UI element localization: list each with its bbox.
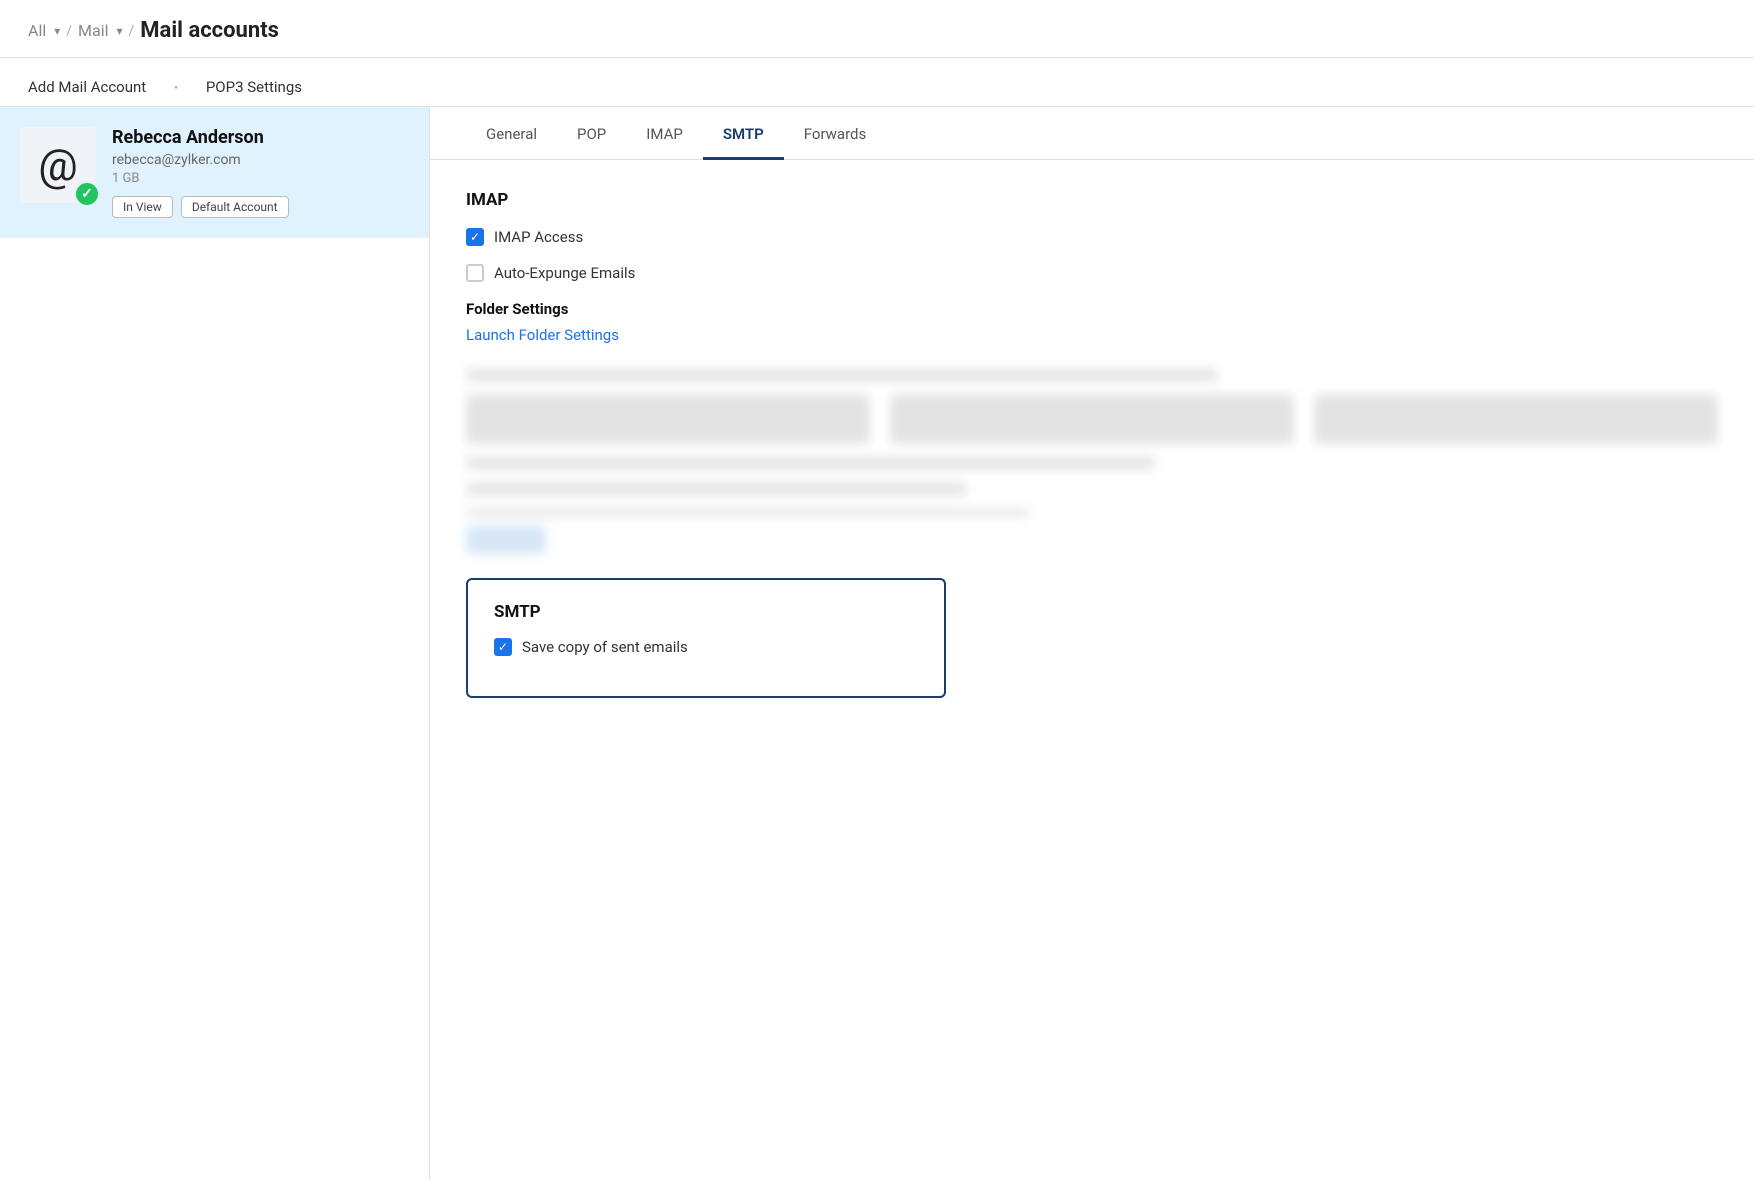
account-storage: 1 GB	[112, 171, 409, 186]
tab-general[interactable]: General	[466, 107, 557, 160]
blurred-small-1	[466, 508, 1029, 518]
default-account-badge[interactable]: Default Account	[181, 196, 289, 218]
in-view-badge[interactable]: In View	[112, 196, 173, 218]
folder-settings-title: Folder Settings	[466, 300, 1718, 318]
at-icon: @	[38, 139, 78, 191]
pop3-settings-button[interactable]: POP3 Settings	[178, 68, 330, 106]
add-mail-account-button[interactable]: Add Mail Account	[0, 68, 174, 106]
smtp-section-title: SMTP	[494, 602, 918, 622]
breadcrumb: All ▾ / Mail ▾ / Mail accounts	[0, 0, 1754, 58]
all-dropdown-icon: ▾	[54, 24, 60, 38]
mail-dropdown-icon: ▾	[116, 24, 122, 38]
imap-section-title: IMAP	[466, 190, 1718, 210]
blurred-section	[466, 368, 1718, 554]
imap-access-label: IMAP Access	[494, 228, 583, 246]
save-copy-checkbox[interactable]: ✓	[494, 638, 512, 656]
breadcrumb-sep-1: /	[66, 23, 72, 39]
breadcrumb-sep-2: /	[129, 23, 135, 39]
main-layout: @ ✓ Rebecca Anderson rebecca@zylker.com …	[0, 107, 1754, 1179]
blurred-btn-1	[466, 526, 546, 554]
auto-expunge-label: Auto-Expunge Emails	[494, 264, 635, 282]
tab-forwards[interactable]: Forwards	[784, 107, 886, 160]
avatar-check-icon: ✓	[74, 181, 100, 207]
tab-pop[interactable]: POP	[557, 107, 626, 160]
toolbar: Add Mail Account ● POP3 Settings	[0, 58, 1754, 107]
imap-access-checkbox[interactable]: ✓	[466, 228, 484, 246]
imap-access-row: ✓ IMAP Access	[466, 228, 1718, 246]
account-email: rebecca@zylker.com	[112, 152, 409, 168]
save-copy-row: ✓ Save copy of sent emails	[494, 638, 918, 656]
blurred-row-2	[466, 456, 1155, 470]
account-card[interactable]: @ ✓ Rebecca Anderson rebecca@zylker.com …	[0, 107, 429, 238]
content-area: IMAP ✓ IMAP Access Auto-Expunge Emails F…	[430, 160, 1754, 728]
blurred-row-3	[466, 482, 967, 496]
account-name: Rebecca Anderson	[112, 127, 409, 148]
breadcrumb-mail[interactable]: Mail	[78, 21, 108, 40]
smtp-box: SMTP ✓ Save copy of sent emails	[466, 578, 946, 698]
tabs: General POP IMAP SMTP Forwards	[430, 107, 1754, 160]
account-info: Rebecca Anderson rebecca@zylker.com 1 GB…	[112, 127, 409, 218]
blurred-box-2	[890, 394, 1294, 444]
right-panel: General POP IMAP SMTP Forwards IMAP ✓ IM…	[430, 107, 1754, 1179]
save-copy-label: Save copy of sent emails	[522, 638, 688, 656]
left-panel: @ ✓ Rebecca Anderson rebecca@zylker.com …	[0, 107, 430, 1179]
blurred-box-3	[1314, 394, 1718, 444]
blurred-row-1	[466, 368, 1217, 382]
auto-expunge-row: Auto-Expunge Emails	[466, 264, 1718, 282]
account-badges: In View Default Account	[112, 196, 409, 218]
tab-smtp[interactable]: SMTP	[703, 107, 784, 160]
launch-folder-settings-link[interactable]: Launch Folder Settings	[466, 326, 619, 344]
folder-settings-section: Folder Settings Launch Folder Settings	[466, 300, 1718, 344]
avatar: @ ✓	[20, 127, 96, 203]
blurred-block-1	[466, 394, 1718, 444]
blurred-box-1	[466, 394, 870, 444]
tab-imap[interactable]: IMAP	[626, 107, 703, 160]
breadcrumb-all[interactable]: All	[28, 21, 46, 40]
auto-expunge-checkbox[interactable]	[466, 264, 484, 282]
page-title: Mail accounts	[140, 18, 279, 43]
